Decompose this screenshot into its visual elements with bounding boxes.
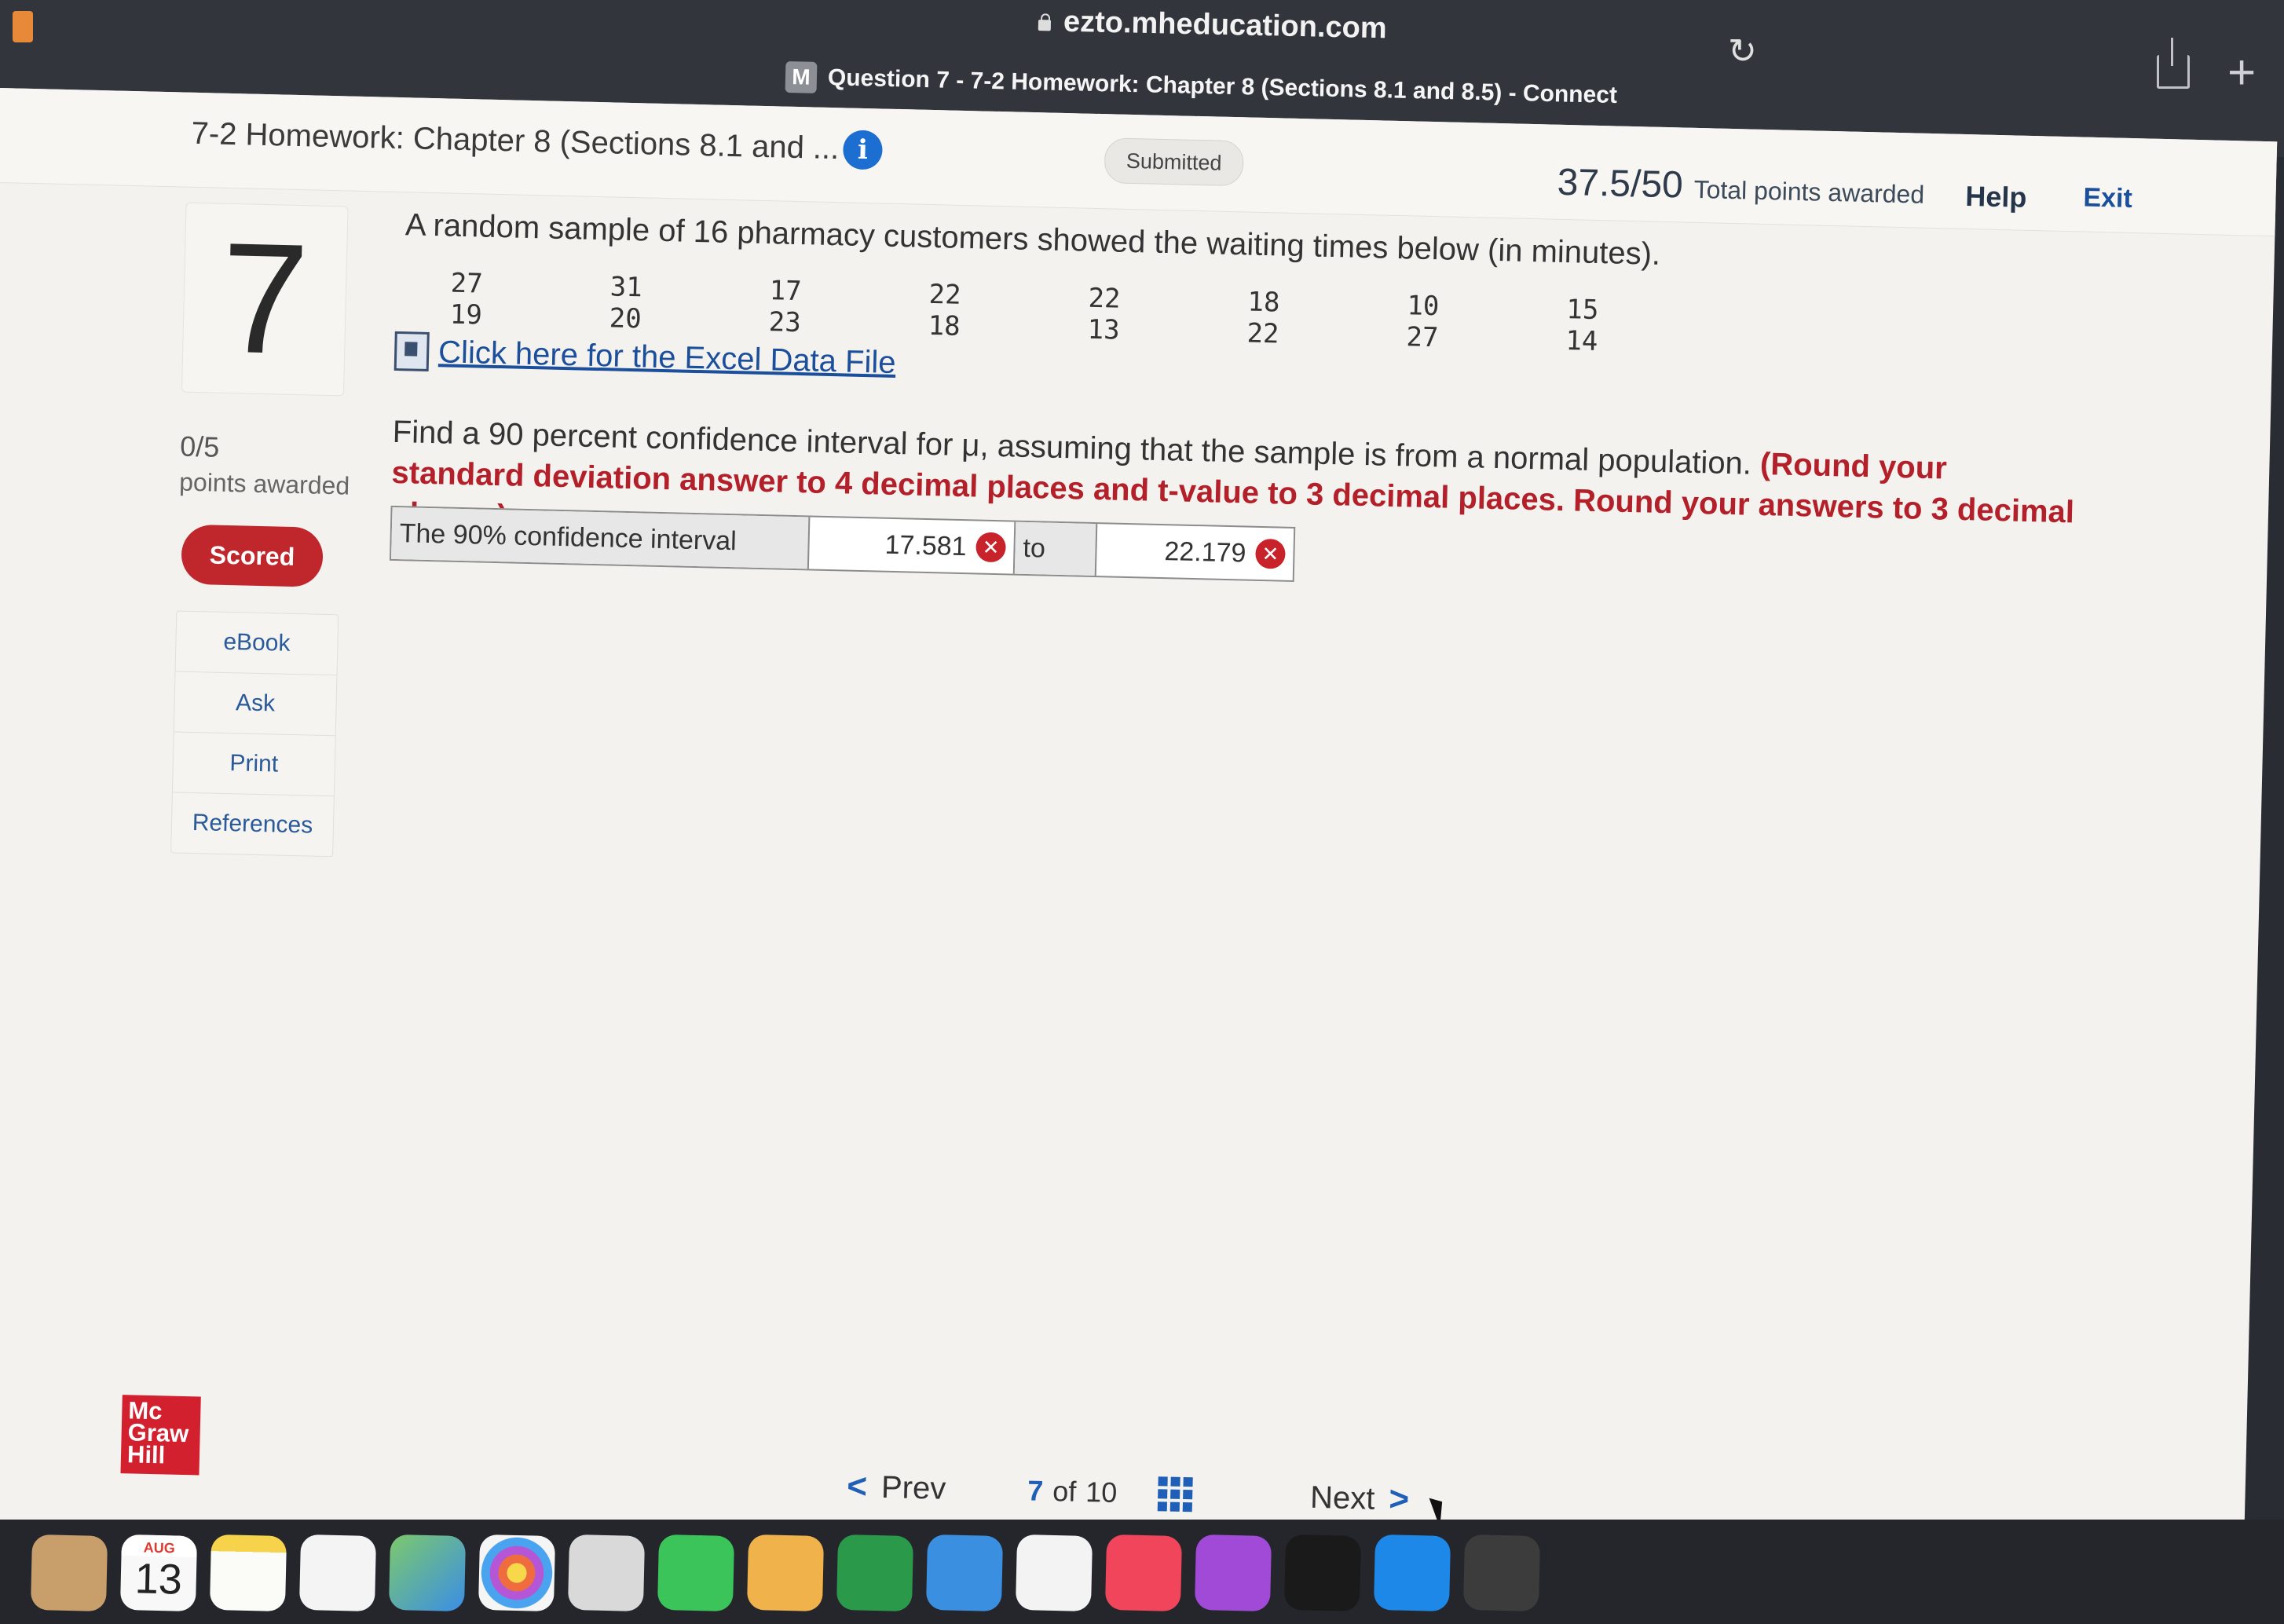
- print-button[interactable]: Print: [172, 732, 335, 797]
- active-tab[interactable]: M Question 7 - 7-2 Homework: Chapter 8 (…: [785, 61, 1618, 112]
- tab-title-text: Question 7 - 7-2 Homework: Chapter 8 (Se…: [827, 64, 1618, 109]
- reminders-icon[interactable]: [298, 1534, 377, 1612]
- question-navigation: < Prev 7 of 10 Next >: [847, 1467, 1410, 1520]
- question-tools: eBook Ask Print References: [170, 610, 339, 858]
- url-text: ezto.mheducation.com: [1063, 5, 1388, 45]
- upper-bound-field[interactable]: 22.179 ✕: [1096, 524, 1294, 580]
- data-value: 23: [768, 306, 802, 339]
- next-button[interactable]: Next >: [1310, 1478, 1410, 1520]
- data-value: 15: [1565, 294, 1599, 327]
- lock-icon: [1037, 12, 1052, 31]
- reload-icon[interactable]: ↻: [1728, 31, 1757, 71]
- data-value: 13: [1087, 313, 1121, 346]
- calendar-month: AUG: [121, 1534, 198, 1558]
- points-label: points awarded: [178, 467, 350, 500]
- references-button[interactable]: References: [171, 792, 334, 856]
- numbers-icon[interactable]: [836, 1534, 914, 1612]
- lower-bound-field[interactable]: 17.581 ✕: [808, 517, 1016, 574]
- calendar-day: 13: [134, 1555, 183, 1604]
- points-fraction: 0/5: [179, 430, 220, 463]
- app-store-icon[interactable]: [1373, 1534, 1451, 1612]
- music-icon[interactable]: [1104, 1534, 1183, 1612]
- prev-label: Prev: [880, 1469, 946, 1506]
- help-link[interactable]: Help: [1965, 180, 2027, 214]
- macos-dock: AUG 13: [0, 1520, 2284, 1624]
- ask-button[interactable]: Ask: [174, 671, 337, 737]
- total-pages: 10: [1085, 1476, 1118, 1509]
- next-label: Next: [1309, 1480, 1375, 1516]
- page-indicator[interactable]: 7 of 10: [1027, 1473, 1279, 1514]
- url-bar[interactable]: ezto.mheducation.com: [1036, 2, 1388, 48]
- facetime-icon[interactable]: [657, 1534, 735, 1612]
- excel-link-text[interactable]: Click here for the Excel Data File: [438, 335, 896, 381]
- question-number: 7: [181, 202, 349, 397]
- connect-page: 7-2 Homework: Chapter 8 (Sections 8.1 an…: [0, 88, 2278, 1594]
- excel-file-icon: [393, 331, 430, 371]
- share-icon[interactable]: [2157, 38, 2190, 89]
- question-grid-icon[interactable]: [1157, 1476, 1193, 1512]
- data-value: 18: [1247, 286, 1280, 319]
- ebook-button[interactable]: eBook: [175, 611, 339, 676]
- notes-icon[interactable]: [209, 1534, 287, 1612]
- exit-link[interactable]: Exit: [2083, 183, 2132, 214]
- data-value: 14: [1565, 325, 1598, 358]
- system-app-icon[interactable]: [1462, 1534, 1541, 1612]
- connector-label: to: [1014, 521, 1098, 576]
- data-value: 18: [928, 309, 961, 342]
- extension-icon[interactable]: [13, 11, 33, 42]
- data-value: 27: [1406, 321, 1439, 354]
- assignment-title[interactable]: 7-2 Homework: Chapter 8 (Sections 8.1 an…: [191, 116, 840, 166]
- data-column: 10 27: [1399, 290, 1560, 357]
- data-value: 22: [1088, 282, 1122, 315]
- preview-icon[interactable]: [567, 1534, 646, 1612]
- current-page: 7: [1027, 1474, 1044, 1507]
- scored-badge: Scored: [181, 524, 324, 587]
- data-value: 19: [449, 298, 483, 331]
- data-column: 15 14: [1557, 294, 1718, 360]
- new-tab-plus-icon[interactable]: +: [2227, 49, 2256, 97]
- info-icon[interactable]: i: [842, 130, 884, 170]
- mcgraw-hill-logo: Mc Graw Hill: [120, 1395, 201, 1476]
- data-value: 10: [1407, 290, 1440, 323]
- tv-icon[interactable]: [1283, 1534, 1362, 1612]
- data-value: 22: [1246, 317, 1280, 350]
- of-label: of: [1052, 1475, 1077, 1508]
- lower-bound-value: 17.581: [884, 529, 968, 561]
- total-score: 37.5/50 Total points awarded: [1557, 161, 1925, 213]
- data-value: 27: [450, 267, 484, 300]
- prev-button[interactable]: < Prev: [847, 1467, 1028, 1510]
- score-value: 37.5/50: [1557, 161, 1684, 207]
- contacts-icon[interactable]: [30, 1534, 108, 1612]
- data-value: 31: [609, 271, 643, 304]
- podcasts-icon[interactable]: [1194, 1534, 1272, 1612]
- data-column: 18 22: [1239, 286, 1400, 353]
- upper-bound-value: 22.179: [1164, 536, 1246, 569]
- news-icon[interactable]: [1015, 1534, 1093, 1612]
- chevron-left-icon: <: [846, 1466, 868, 1506]
- data-column: 17 23: [761, 275, 922, 342]
- status-badge: Submitted: [1104, 137, 1244, 187]
- maps-icon[interactable]: [388, 1534, 467, 1612]
- keynote-icon[interactable]: [925, 1534, 1004, 1612]
- incorrect-x-icon: ✕: [975, 532, 1007, 563]
- data-column: 31 20: [602, 271, 763, 338]
- score-label: Total points awarded: [1693, 174, 1925, 209]
- data-column: 22 18: [921, 279, 1082, 346]
- data-value: 22: [928, 278, 962, 311]
- calendar-icon[interactable]: AUG 13: [119, 1534, 198, 1612]
- tab-favicon-icon: M: [785, 61, 818, 93]
- photos-icon[interactable]: [478, 1534, 556, 1612]
- pages-icon[interactable]: [746, 1534, 825, 1612]
- answer-label: The 90% confidence interval: [391, 507, 811, 569]
- data-column: 27 19: [442, 267, 603, 334]
- chevron-right-icon: >: [1388, 1480, 1410, 1519]
- data-value: 20: [609, 302, 642, 335]
- incorrect-x-icon: ✕: [1255, 538, 1286, 569]
- data-column: 22 13: [1080, 282, 1241, 349]
- data-value: 17: [769, 275, 803, 308]
- dock-icons: AUG 13: [30, 1534, 1541, 1612]
